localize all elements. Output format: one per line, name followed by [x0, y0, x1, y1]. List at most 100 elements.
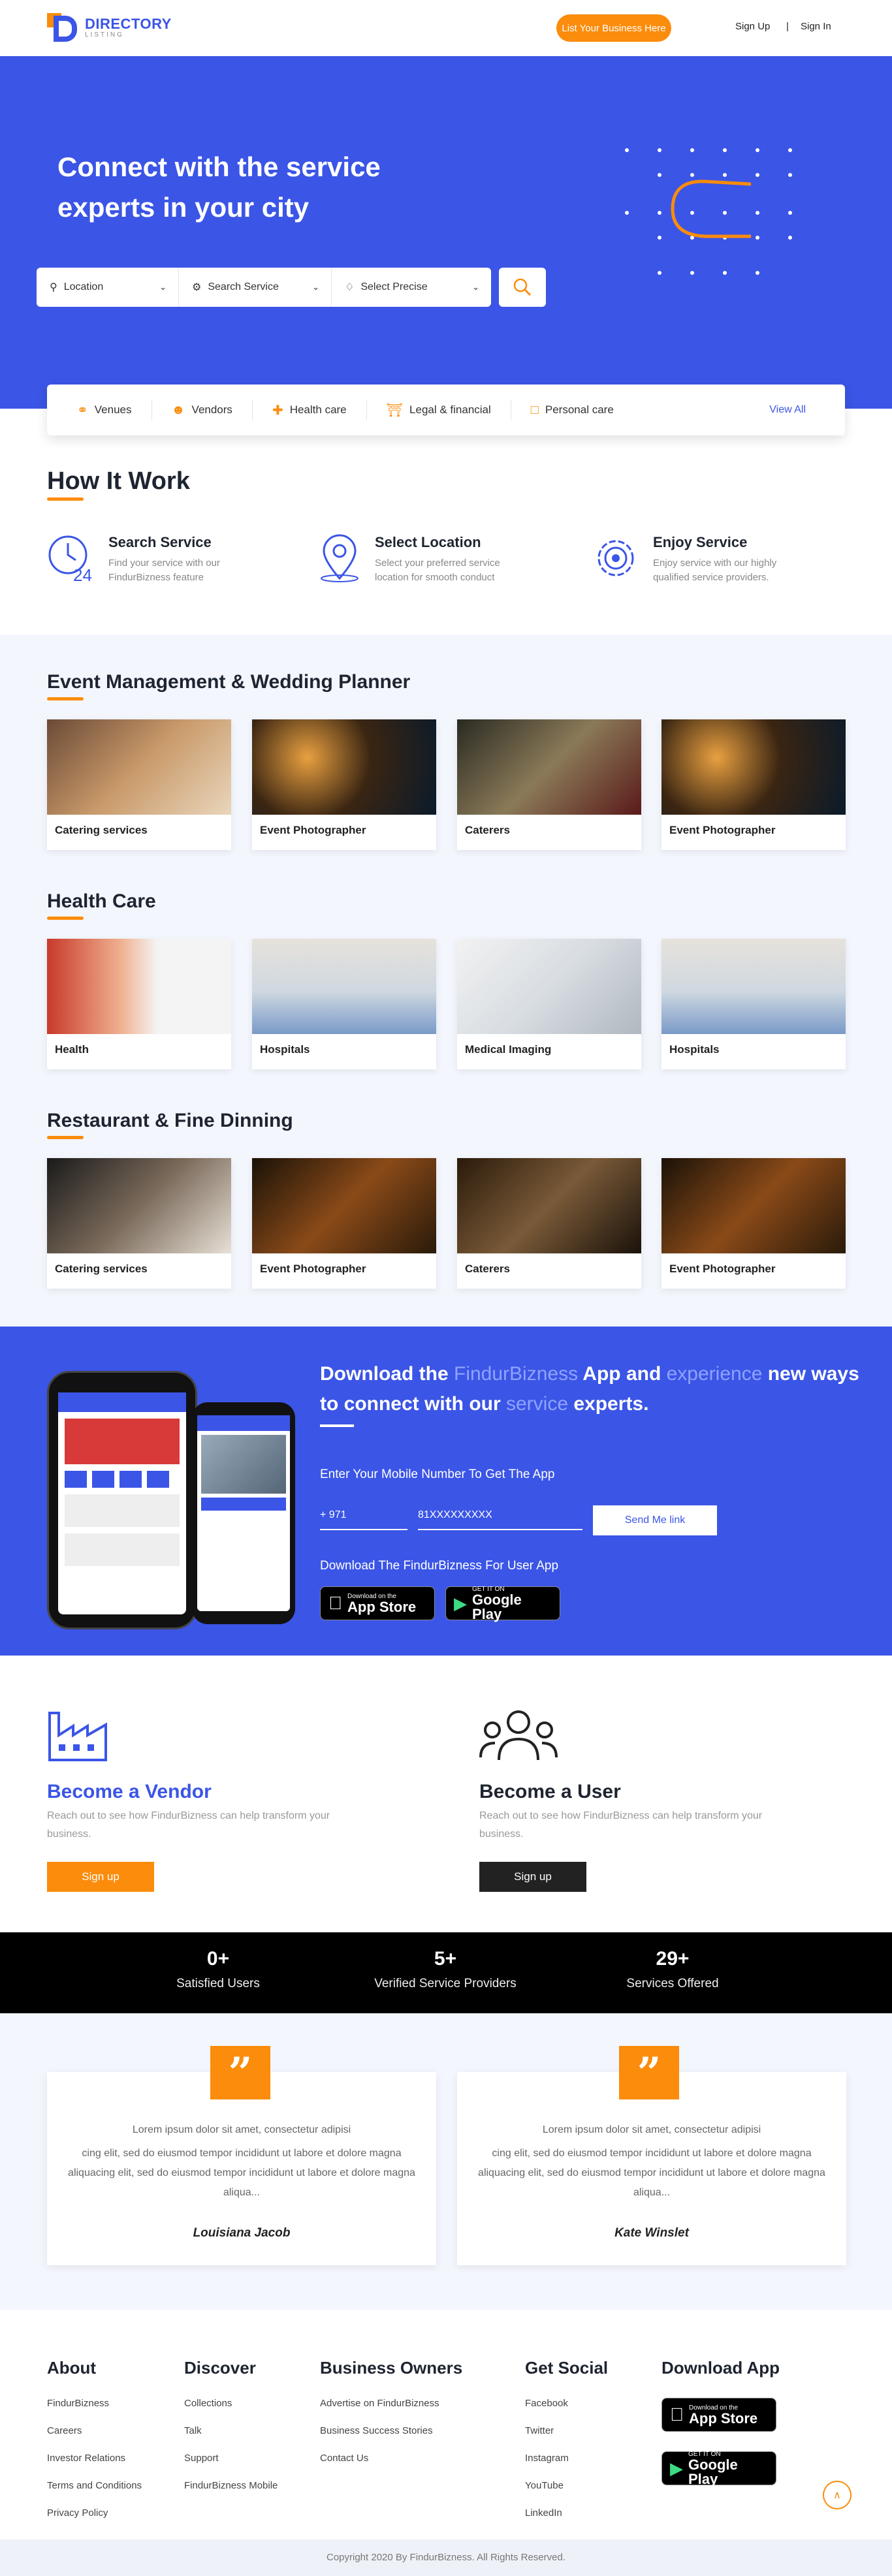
- card-image: [47, 939, 231, 1034]
- footer-link[interactable]: Careers: [47, 2425, 142, 2453]
- footer-social: Get Social Facebook Twitter Instagram Yo…: [525, 2358, 608, 2535]
- footer-link[interactable]: FindurBizness: [47, 2398, 142, 2425]
- title-underline: [320, 1424, 354, 1427]
- footer-link[interactable]: Facebook: [525, 2398, 608, 2425]
- title-underline: [47, 497, 84, 501]
- footer-link[interactable]: Talk: [184, 2425, 278, 2453]
- card-label: Event Photographer: [669, 824, 776, 836]
- vendor-signup-button[interactable]: Sign up: [47, 1862, 154, 1892]
- card-image: [661, 1158, 846, 1253]
- footer-link[interactable]: Contact Us: [320, 2453, 462, 2480]
- card-label: Medical Imaging: [465, 1043, 552, 1056]
- service-card[interactable]: Caterers: [457, 719, 641, 850]
- testimonial-author: Louisiana Jacob: [193, 2226, 291, 2240]
- category-venues[interactable]: ⚭ Venues: [47, 400, 152, 420]
- service-card[interactable]: Hospitals: [252, 939, 436, 1069]
- service-card[interactable]: Event Photographer: [661, 1158, 846, 1289]
- footer-link[interactable]: YouTube: [525, 2480, 608, 2507]
- footer-app: Download App Download on theApp Store ▶…: [661, 2358, 780, 2487]
- card-label: Caterers: [465, 1263, 510, 1275]
- card-image: [47, 719, 231, 815]
- card-image: [252, 719, 436, 815]
- card-image: [457, 1158, 641, 1253]
- stat-users: 0+ Satisfied Users: [176, 1948, 260, 1990]
- logo[interactable]: DIRECTORY LISTING: [47, 13, 172, 42]
- footer-link[interactable]: Collections: [184, 2398, 278, 2425]
- footer-link[interactable]: Twitter: [525, 2425, 608, 2453]
- footer-link[interactable]: Terms and Conditions: [47, 2480, 142, 2507]
- google-play-button[interactable]: ▶ GET IT ON Google Play: [445, 1586, 560, 1621]
- stat-providers: 5+ Verified Service Providers: [374, 1948, 517, 1990]
- apple-icon: : [670, 2404, 684, 2425]
- phone-mockup-icon: [47, 1371, 197, 1629]
- service-card[interactable]: Health: [47, 939, 231, 1069]
- service-card[interactable]: Hospitals: [661, 939, 846, 1069]
- quote-icon: ”: [210, 2046, 270, 2099]
- service-card[interactable]: Event Photographer: [252, 719, 436, 850]
- sign-up-link[interactable]: Sign Up: [735, 21, 770, 32]
- app-store-button[interactable]: Download on theApp Store: [320, 1586, 435, 1620]
- service-card[interactable]: Catering services: [47, 1158, 231, 1289]
- footer-link[interactable]: LinkedIn: [525, 2507, 608, 2535]
- category-vendors[interactable]: ☻ Vendors: [152, 400, 253, 420]
- how-step-search: 24 Search Service Find your service with …: [47, 534, 252, 585]
- quote-icon: ”: [619, 2046, 679, 2099]
- gear-service-icon: [597, 540, 634, 576]
- send-link-button[interactable]: Send Me link: [593, 1505, 717, 1535]
- phone-mockup-icon: [192, 1402, 295, 1624]
- category-health-care[interactable]: ✚ Health care: [253, 400, 367, 420]
- location-pin-icon: [321, 534, 358, 582]
- country-code-field[interactable]: + 971: [320, 1509, 407, 1530]
- chevron-up-icon: ∧: [833, 2490, 841, 2501]
- location-select[interactable]: ⚲ Location ⌄: [37, 268, 179, 307]
- user-signup-button[interactable]: Sign up: [479, 1862, 586, 1892]
- play-icon: ▶: [454, 1593, 467, 1613]
- footer-link[interactable]: Business Success Stories: [320, 2425, 462, 2453]
- service-card[interactable]: Catering services: [47, 719, 231, 850]
- category-bar: ⚭ Venues ☻ Vendors ✚ Health care ⛩ Legal & f…: [47, 385, 845, 435]
- footer-link[interactable]: FindurBizness Mobile: [184, 2480, 278, 2507]
- footer-link[interactable]: Investor Relations: [47, 2453, 142, 2480]
- category-legal-financial[interactable]: ⛩ Legal & financial: [367, 400, 511, 420]
- view-all-link[interactable]: View All: [769, 404, 806, 416]
- card-label: Event Photographer: [260, 1263, 366, 1275]
- service-select[interactable]: ⚙ Search Service ⌄: [179, 268, 332, 307]
- service-card[interactable]: Event Photographer: [661, 719, 846, 850]
- service-card[interactable]: Caterers: [457, 1158, 641, 1289]
- scroll-to-top-button[interactable]: ∧: [823, 2481, 852, 2509]
- logo-subtitle: LISTING: [85, 31, 124, 39]
- section-title-events: Event Management & Wedding Planner: [47, 671, 411, 693]
- card-label: Catering services: [55, 1263, 148, 1275]
- search-button[interactable]: [499, 268, 546, 307]
- footer-link[interactable]: Privacy Policy: [47, 2507, 142, 2535]
- card-image: [47, 1158, 231, 1253]
- sign-in-link[interactable]: Sign In: [801, 21, 831, 32]
- card-label: Hospitals: [669, 1043, 720, 1056]
- download-title: Download the FindurBizness App and exper…: [320, 1363, 859, 1415]
- service-card[interactable]: Medical Imaging: [457, 939, 641, 1069]
- copyright: Copyright 2020 By FindurBizness. All Rig…: [0, 2539, 892, 2576]
- stat-services: 29+ Services Offered: [626, 1948, 719, 1990]
- category-personal-care[interactable]: □ Personal care: [511, 400, 633, 420]
- logo-icon: [47, 13, 78, 42]
- apple-icon: : [328, 1593, 342, 1614]
- how-step-enjoy: Enjoy Service Enjoy service with our high…: [592, 534, 797, 585]
- card-label: Event Photographer: [260, 824, 366, 836]
- google-play-button[interactable]: ▶ GET IT ON Google Play: [661, 2451, 776, 2486]
- header-separator: |: [786, 21, 789, 32]
- mobile-number-field[interactable]: 81XXXXXXXXX: [418, 1509, 582, 1530]
- title-underline: [47, 697, 84, 700]
- factory-icon: [48, 1712, 107, 1761]
- footer-link[interactable]: Support: [184, 2453, 278, 2480]
- footer-link[interactable]: Advertise on FindurBizness: [320, 2398, 462, 2425]
- service-card[interactable]: Event Photographer: [252, 1158, 436, 1289]
- footer-link[interactable]: Instagram: [525, 2453, 608, 2480]
- step-title: Enjoy Service: [653, 534, 748, 550]
- location-pin-icon: ⚲: [50, 282, 57, 293]
- app-store-button[interactable]: Download on theApp Store: [661, 2398, 776, 2432]
- step-desc: Select your preferred service location f…: [375, 558, 500, 583]
- card-image: [252, 1158, 436, 1253]
- precise-select[interactable]: ♢ Select Precise ⌄: [332, 268, 491, 307]
- footer-about: About FindurBizness Careers Investor Rel…: [47, 2358, 142, 2535]
- list-business-button[interactable]: List Your Business Here: [556, 14, 671, 42]
